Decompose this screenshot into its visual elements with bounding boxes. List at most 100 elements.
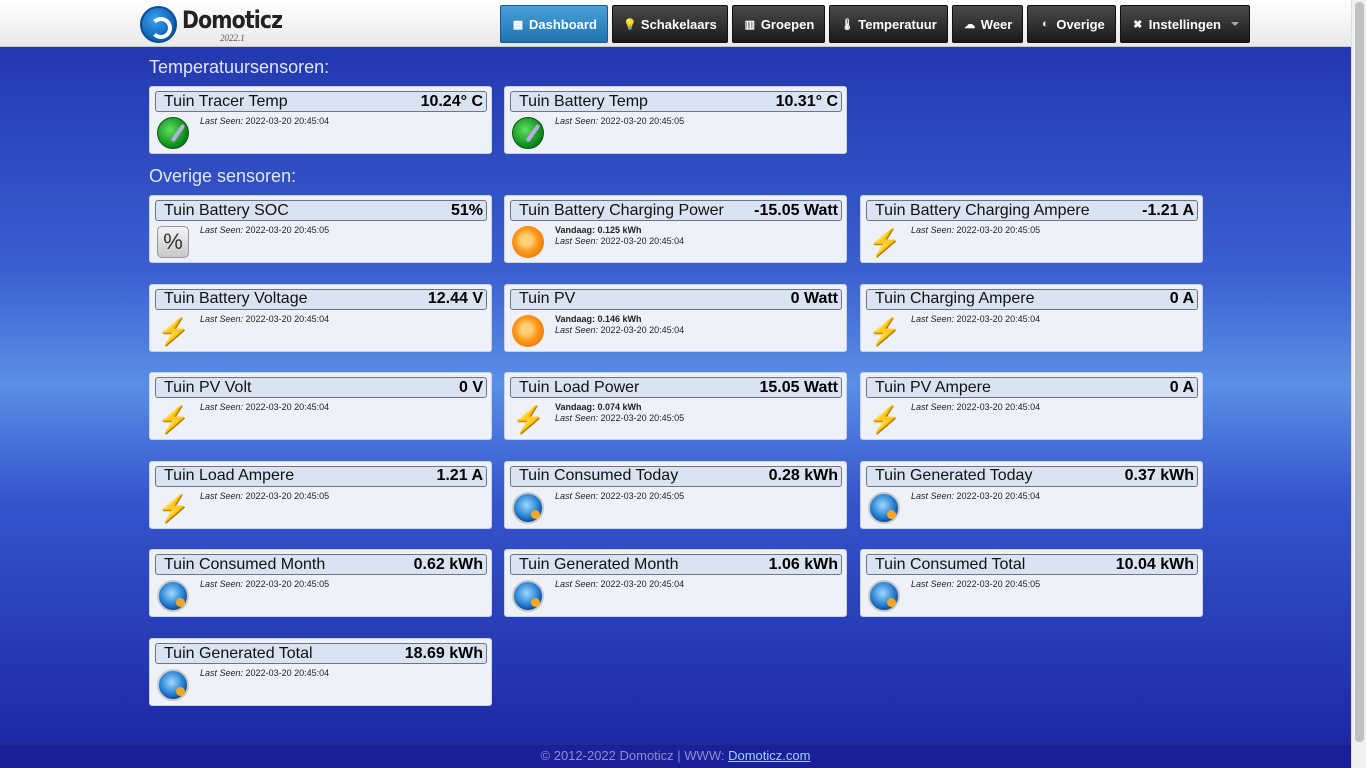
app-title: Domoticz	[182, 6, 283, 34]
sensor-card[interactable]: Tuin Load Ampere 1.21 A ⚡ Last Seen: 2022-0…	[149, 460, 492, 529]
bolt-icon[interactable]: ⚡	[868, 315, 900, 347]
last-seen-label: Last Seen:	[555, 579, 599, 590]
domoticz-logo-icon	[140, 5, 177, 43]
sensor-card[interactable]: Tuin Generated Total 18.69 kWh Last Seen: …	[149, 638, 492, 706]
sensor-card[interactable]: Tuin Battery Charging Ampere -1.21 A ⚡ Last…	[860, 195, 1203, 263]
last-seen-value: 2022-03-20 20:45:04	[600, 579, 685, 590]
nav-instellingen-button[interactable]: ✖ Instellingen	[1119, 5, 1250, 43]
last-seen-label: Last Seen:	[911, 402, 955, 413]
section-title-temperature: Temperatuursensoren:	[149, 57, 330, 77]
globe-icon[interactable]	[512, 580, 544, 613]
nav-overige-button[interactable]: ◐ Overige	[1027, 5, 1116, 43]
sun-icon[interactable]	[512, 314, 544, 347]
sensor-card[interactable]: Tuin Battery Charging Power -15.05 Watt Va…	[504, 195, 847, 263]
sensor-value: 0.28 kWh	[768, 467, 838, 485]
sensor-name: Tuin Charging Ampere	[875, 290, 1035, 308]
thermometer-icon[interactable]	[512, 117, 544, 149]
sensor-card[interactable]: Tuin PV 0 Watt Vandaag: 0.146 kWh Last Seen…	[504, 283, 847, 352]
sensor-card[interactable]: Tuin Battery SOC 51%% Last Seen: 2022-03-2…	[149, 195, 492, 263]
sensor-card[interactable]: Tuin Battery Temp 10.31° C Last Seen: 2022…	[504, 86, 847, 154]
last-seen-value: 2022-03-20 20:45:04	[245, 116, 330, 126]
sensor-card[interactable]: Tuin PV Volt 0 V ⚡ Last Seen: 2022-03-20 20…	[149, 372, 492, 441]
today-value: 0.125 kWh	[597, 225, 642, 235]
sensor-info: Last Seen: 2022-03-20 20:45:04	[911, 314, 1040, 325]
globe-icon[interactable]	[868, 580, 900, 613]
globe-icon[interactable]	[512, 491, 544, 524]
bolt-icon[interactable]: ⚡	[868, 226, 900, 258]
last-seen-value: 2022-03-20 20:45:04	[956, 313, 1041, 324]
last-seen-value: 2022-03-20 20:45:05	[600, 116, 685, 126]
sensor-card-header: Tuin Generated Month 1.06 kWh	[510, 554, 842, 576]
section-title-other: Overige sensoren:	[149, 166, 297, 186]
nav-dashboard-button[interactable]: ▦ Dashboard	[500, 5, 608, 43]
sensor-card[interactable]: Tuin Battery Voltage 12.44 V ⚡ Last Seen: 2…	[149, 283, 492, 352]
bolt-icon[interactable]: ⚡	[157, 492, 189, 524]
last-seen-label: Last Seen:	[911, 490, 955, 501]
last-seen-value: 2022-03-20 20:45:05	[956, 225, 1041, 235]
nav-label: Temperatuur	[858, 16, 937, 32]
globe-icon[interactable]	[868, 491, 900, 524]
bolt-icon[interactable]: ⚡	[512, 403, 544, 435]
sensor-card[interactable]: Tuin Generated Month 1.06 kWh Last Seen: 2…	[504, 549, 847, 618]
sensor-value: 0 V	[458, 378, 483, 396]
globe-icon[interactable]	[157, 580, 189, 613]
scrollbar-thumb[interactable]	[1355, 2, 1364, 742]
percent-icon[interactable]: %	[157, 226, 189, 258]
nav-temperatuur-button[interactable]: 🌡 Temperatuur	[829, 5, 948, 43]
sensor-card-header: Tuin Generated Total 18.69 kWh	[155, 643, 487, 664]
last-seen-value: 2022-03-20 20:45:04	[600, 324, 685, 335]
groups-icon: ▥	[744, 18, 756, 31]
sensor-info: Last Seen: 2022-03-20 20:45:04	[200, 402, 329, 413]
sensor-card-header: Tuin Charging Ampere 0 A	[866, 288, 1198, 310]
last-seen-label: Last Seen:	[911, 313, 955, 324]
sensor-value: 0.37 kWh	[1124, 467, 1194, 485]
thermometer-icon[interactable]	[157, 117, 189, 149]
sensor-card[interactable]: Tuin Load Power 15.05 Watt ⚡ Vandaag: 0.074…	[504, 372, 847, 441]
sensor-card[interactable]: Tuin PV Ampere 0 A ⚡ Last Seen: 2022-03-20 …	[860, 372, 1203, 441]
nav-schakelaars-button[interactable]: 💡 Schakelaars	[611, 5, 728, 43]
sensor-info: Last Seen: 2022-03-20 20:45:05	[911, 579, 1040, 590]
sensor-name: Tuin Generated Total	[164, 644, 313, 662]
sensor-name: Tuin Consumed Month	[164, 555, 326, 573]
sensor-card[interactable]: Tuin Generated Today 0.37 kWh Last Seen: 2…	[860, 460, 1203, 529]
sensor-card-header: Tuin Battery Temp 10.31° C	[510, 91, 842, 112]
app-logo[interactable]: Domoticz 2022.1	[140, 5, 300, 43]
sensor-info: Last Seen: 2022-03-20 20:45:04	[200, 116, 329, 127]
footer-link[interactable]: Domoticz.com	[728, 748, 810, 763]
sensor-card-header: Tuin Consumed Month 0.62 kWh	[155, 554, 487, 576]
sensor-name: Tuin Battery Voltage	[164, 290, 308, 308]
sensor-card[interactable]: Tuin Consumed Total 10.04 kWh Last Seen: 2…	[860, 549, 1203, 618]
sensor-card[interactable]: Tuin Consumed Month 0.62 kWh Last Seen: 20…	[149, 549, 492, 618]
sun-icon[interactable]	[512, 226, 544, 258]
sensor-card[interactable]: Tuin Charging Ampere 0 A ⚡ Last Seen: 2022-…	[860, 283, 1203, 352]
bolt-icon[interactable]: ⚡	[868, 403, 900, 435]
last-seen-label: Last Seen:	[911, 225, 955, 235]
sensor-card[interactable]: Tuin Consumed Today 0.28 kWh Last Seen: 20…	[504, 460, 847, 529]
sensor-card-header: Tuin Generated Today 0.37 kWh	[866, 465, 1198, 487]
app-version: 2022.1	[220, 33, 245, 43]
sensor-card-header: Tuin Battery Charging Power -15.05 Watt	[510, 200, 842, 221]
last-seen-label: Last Seen:	[200, 225, 244, 235]
sensor-card-header: Tuin PV 0 Watt	[510, 288, 842, 310]
bolt-icon[interactable]: ⚡	[157, 403, 189, 435]
main-nav: ▦ Dashboard 💡 Schakelaars ▥ Groepen 🌡 Temperatu…	[500, 5, 1250, 43]
sensor-card-header: Tuin Battery Charging Ampere -1.21 A	[866, 200, 1198, 221]
sensor-info: Vandaag: 0.146 kWh Last Seen: 2022-03-20 …	[555, 314, 684, 336]
nav-weer-button[interactable]: ☁ Weer	[951, 5, 1024, 43]
nav-groepen-button[interactable]: ▥ Groepen	[731, 5, 826, 43]
sensor-value: 1.06 kWh	[768, 555, 838, 573]
bolt-icon[interactable]: ⚡	[157, 315, 189, 347]
globe-icon[interactable]	[157, 669, 189, 701]
last-seen-label: Last Seen:	[200, 313, 244, 324]
nav-label: Dashboard	[529, 16, 597, 32]
scrollbar[interactable]	[1351, 0, 1366, 768]
last-seen-label: Last Seen:	[911, 579, 955, 590]
sensor-name: Tuin Consumed Today	[519, 467, 679, 485]
sensor-value: 1.21 A	[436, 467, 483, 485]
nav-label: Overige	[1056, 16, 1105, 32]
footer-text: © 2012-2022 Domoticz | WWW:	[540, 748, 729, 763]
top-navbar: Domoticz 2022.1 ▦ Dashboard 💡 Schakelaars ▥ G…	[0, 0, 1351, 47]
sensor-name: Tuin PV Ampere	[875, 378, 991, 396]
nav-label: Weer	[980, 16, 1013, 32]
sensor-card[interactable]: Tuin Tracer Temp 10.24° C Last Seen: 2022-…	[149, 86, 492, 154]
